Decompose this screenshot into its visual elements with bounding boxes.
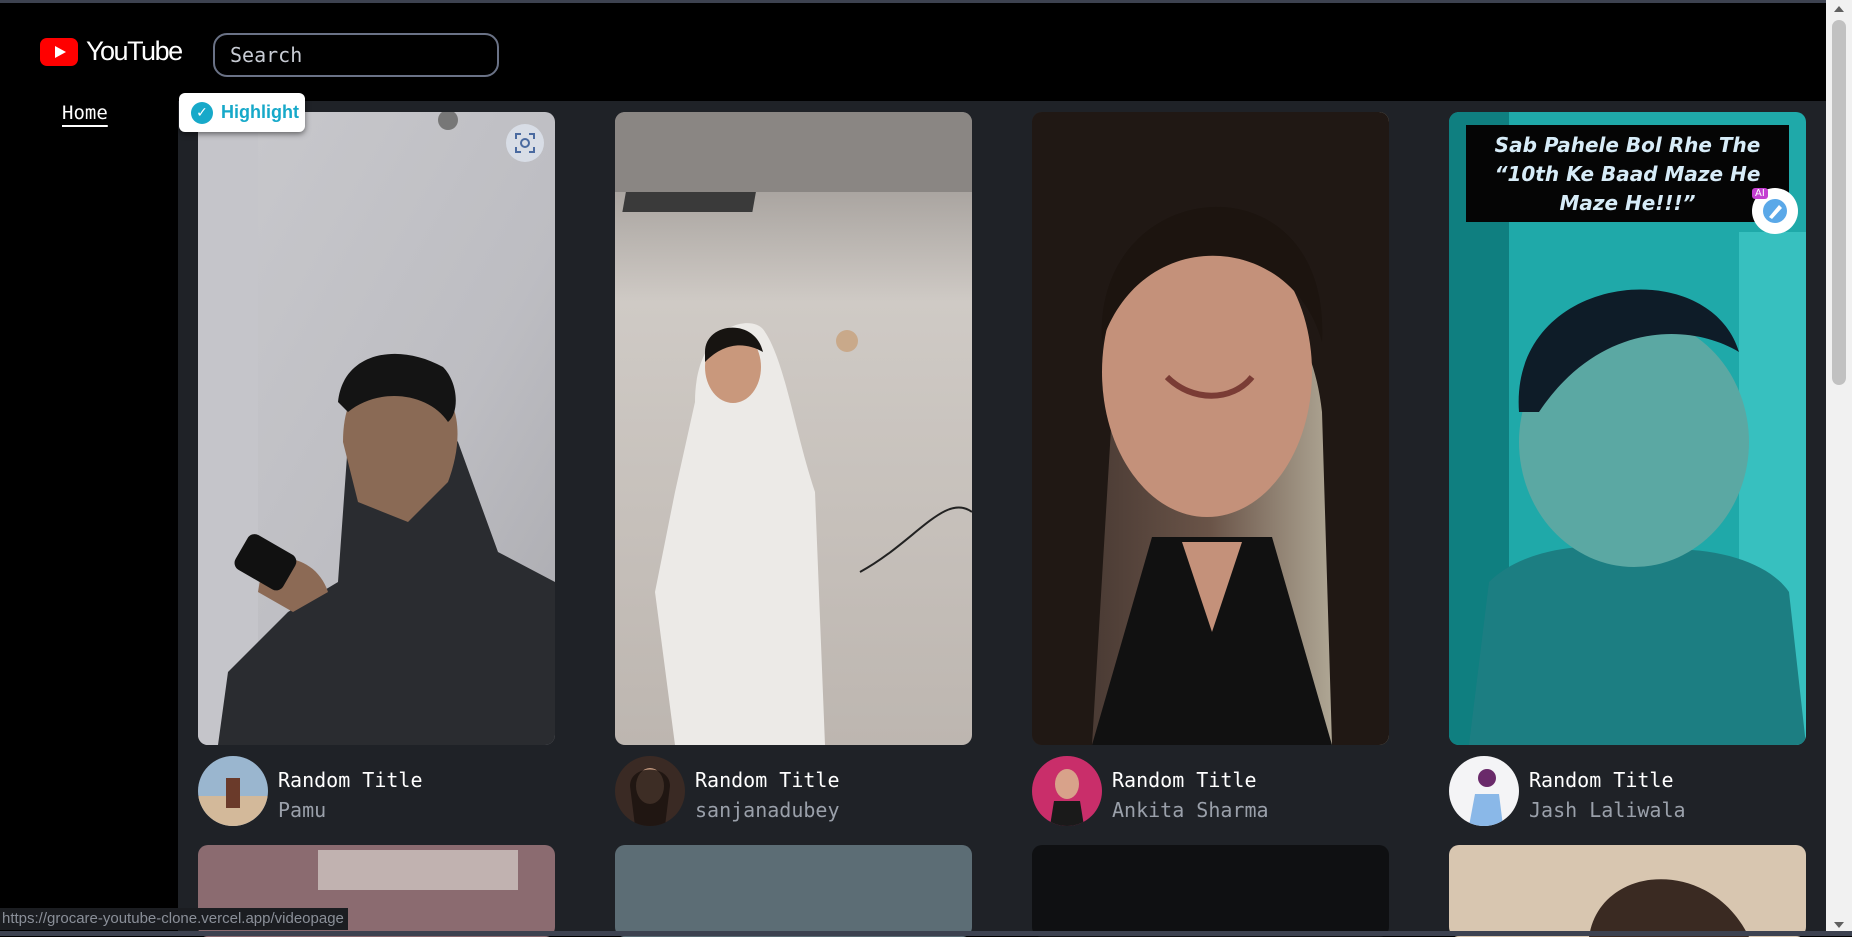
channel-name[interactable]: Pamu: [278, 798, 326, 822]
ai-badge-label: AI: [1752, 188, 1768, 199]
sidebar: [0, 101, 178, 936]
avatar[interactable]: [1032, 756, 1102, 826]
scroll-down-icon[interactable]: [1834, 922, 1844, 928]
status-bar-url: https://grocare-youtube-clone.vercel.app…: [0, 908, 348, 930]
scroll-up-icon[interactable]: [1834, 6, 1844, 12]
video-thumbnail[interactable]: [615, 845, 972, 937]
video-title[interactable]: Random Title: [695, 768, 840, 792]
video-thumbnail[interactable]: [1449, 845, 1806, 937]
scan-icon[interactable]: [506, 124, 544, 162]
video-thumbnail[interactable]: [1032, 845, 1389, 937]
search-input[interactable]: [215, 35, 497, 75]
channel-name[interactable]: Ankita Sharma: [1112, 798, 1269, 822]
logo-text: YouTube: [86, 36, 183, 66]
video-meta: Random Title Jash Laliwala: [1449, 756, 1806, 828]
highlight-label: Highlight: [221, 102, 299, 122]
video-title[interactable]: Random Title: [1112, 768, 1257, 792]
highlight-icon: ✓: [191, 101, 213, 124]
avatar[interactable]: [1449, 756, 1519, 826]
scrollbar-thumb[interactable]: [1832, 20, 1846, 385]
video-title[interactable]: Random Title: [278, 768, 423, 792]
ai-brush-icon[interactable]: AI: [1752, 188, 1798, 234]
channel-name[interactable]: Jash Laliwala: [1529, 798, 1686, 822]
youtube-play-icon: [40, 37, 78, 66]
video-meta: Random Title Ankita Sharma: [1032, 756, 1389, 828]
video-meta: Random Title sanjanadubey: [615, 756, 972, 828]
video-caption-overlay: Sab Pahele Bol Rhe The “10th Ke Baad Maz…: [1466, 125, 1789, 222]
video-meta: Random Title Pamu: [198, 756, 555, 828]
video-thumbnail[interactable]: [615, 112, 972, 745]
avatar[interactable]: [198, 756, 268, 826]
scrollbar[interactable]: [1826, 0, 1852, 936]
channel-name[interactable]: sanjanadubey: [695, 798, 840, 822]
highlight-button[interactable]: ✓ Highlight: [179, 93, 305, 132]
header: YouTube: [0, 3, 1826, 101]
search-box[interactable]: [213, 33, 499, 77]
video-thumbnail[interactable]: [1032, 112, 1389, 745]
window-bottom-border: [0, 931, 1852, 936]
sidebar-item-home[interactable]: Home: [62, 102, 108, 124]
video-grid: Random Title Pamu Random Title sanjanadu…: [178, 101, 1826, 937]
video-title[interactable]: Random Title: [1529, 768, 1674, 792]
youtube-logo[interactable]: YouTube: [40, 36, 183, 67]
avatar[interactable]: [615, 756, 685, 826]
video-thumbnail[interactable]: [198, 112, 555, 745]
